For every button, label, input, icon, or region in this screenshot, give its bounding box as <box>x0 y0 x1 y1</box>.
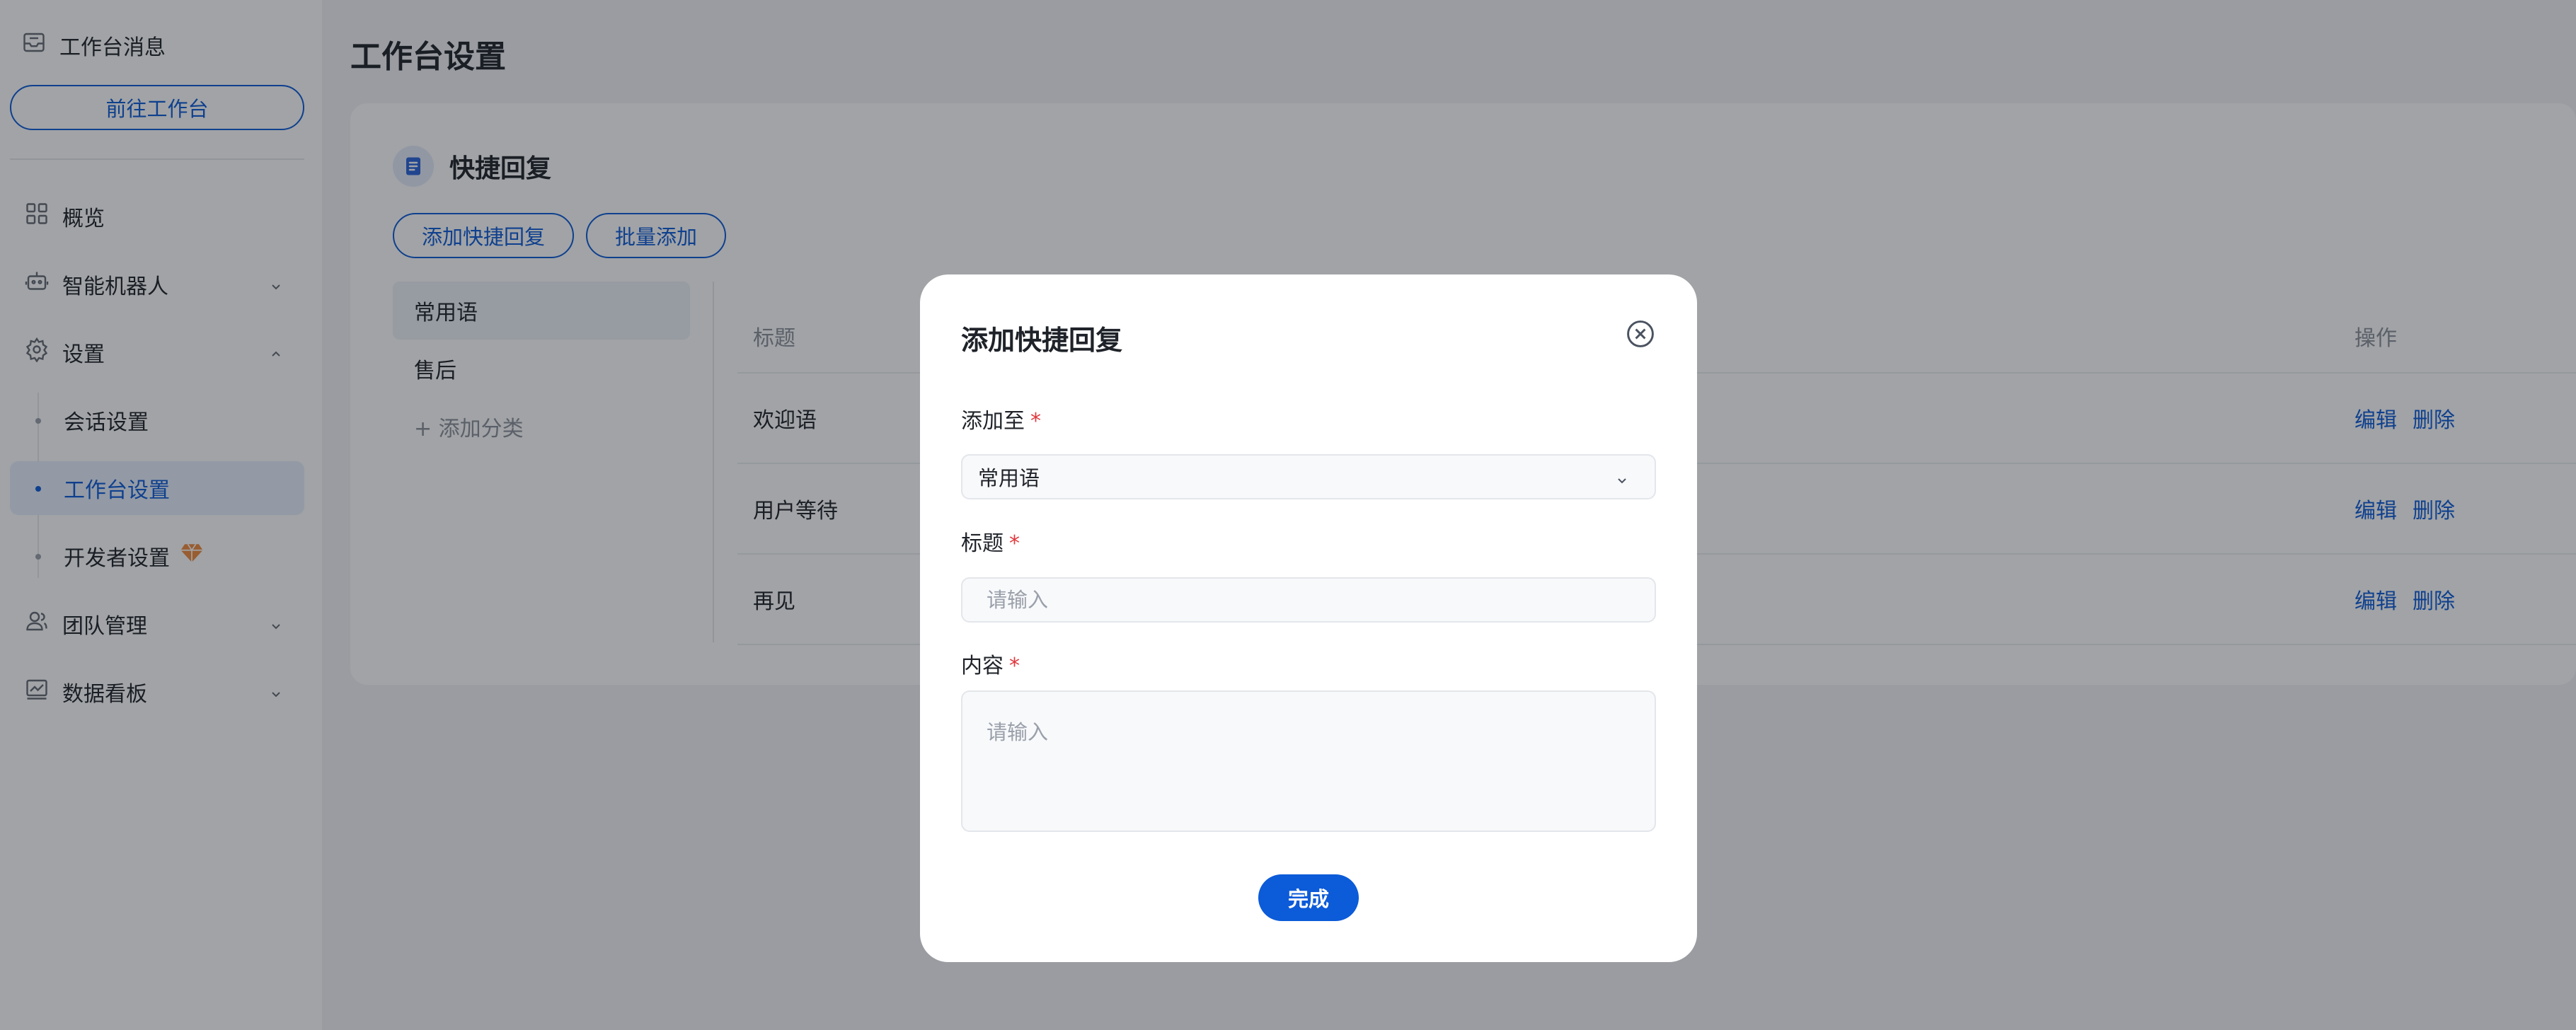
dialog-title: 添加快捷回复 <box>961 325 1123 356</box>
required-mark: * <box>1009 531 1020 556</box>
content-label-text: 内容 <box>961 654 1004 678</box>
add-to-select[interactable]: 常用语 <box>961 454 1656 499</box>
done-button[interactable]: 完成 <box>1258 874 1359 921</box>
add-to-label-text: 添加至 <box>961 409 1025 434</box>
add-to-label: 添加至 * <box>961 403 1041 434</box>
add-quick-reply-dialog: 添加快捷回复 添加至* 常用语 标题* 内容* 完成 <box>920 274 1697 962</box>
close-icon[interactable] <box>1625 318 1656 352</box>
title-label-text: 标题 <box>961 531 1004 556</box>
chevron-down-icon <box>1614 470 1631 494</box>
add-to-select-value: 常用语 <box>978 466 1040 490</box>
content-textarea[interactable] <box>961 690 1656 832</box>
title-label: 标题 * <box>961 526 1020 557</box>
required-mark: * <box>1009 654 1020 678</box>
content-label: 内容 * <box>961 648 1020 679</box>
required-mark: * <box>1030 409 1041 434</box>
title-input[interactable] <box>961 577 1656 623</box>
